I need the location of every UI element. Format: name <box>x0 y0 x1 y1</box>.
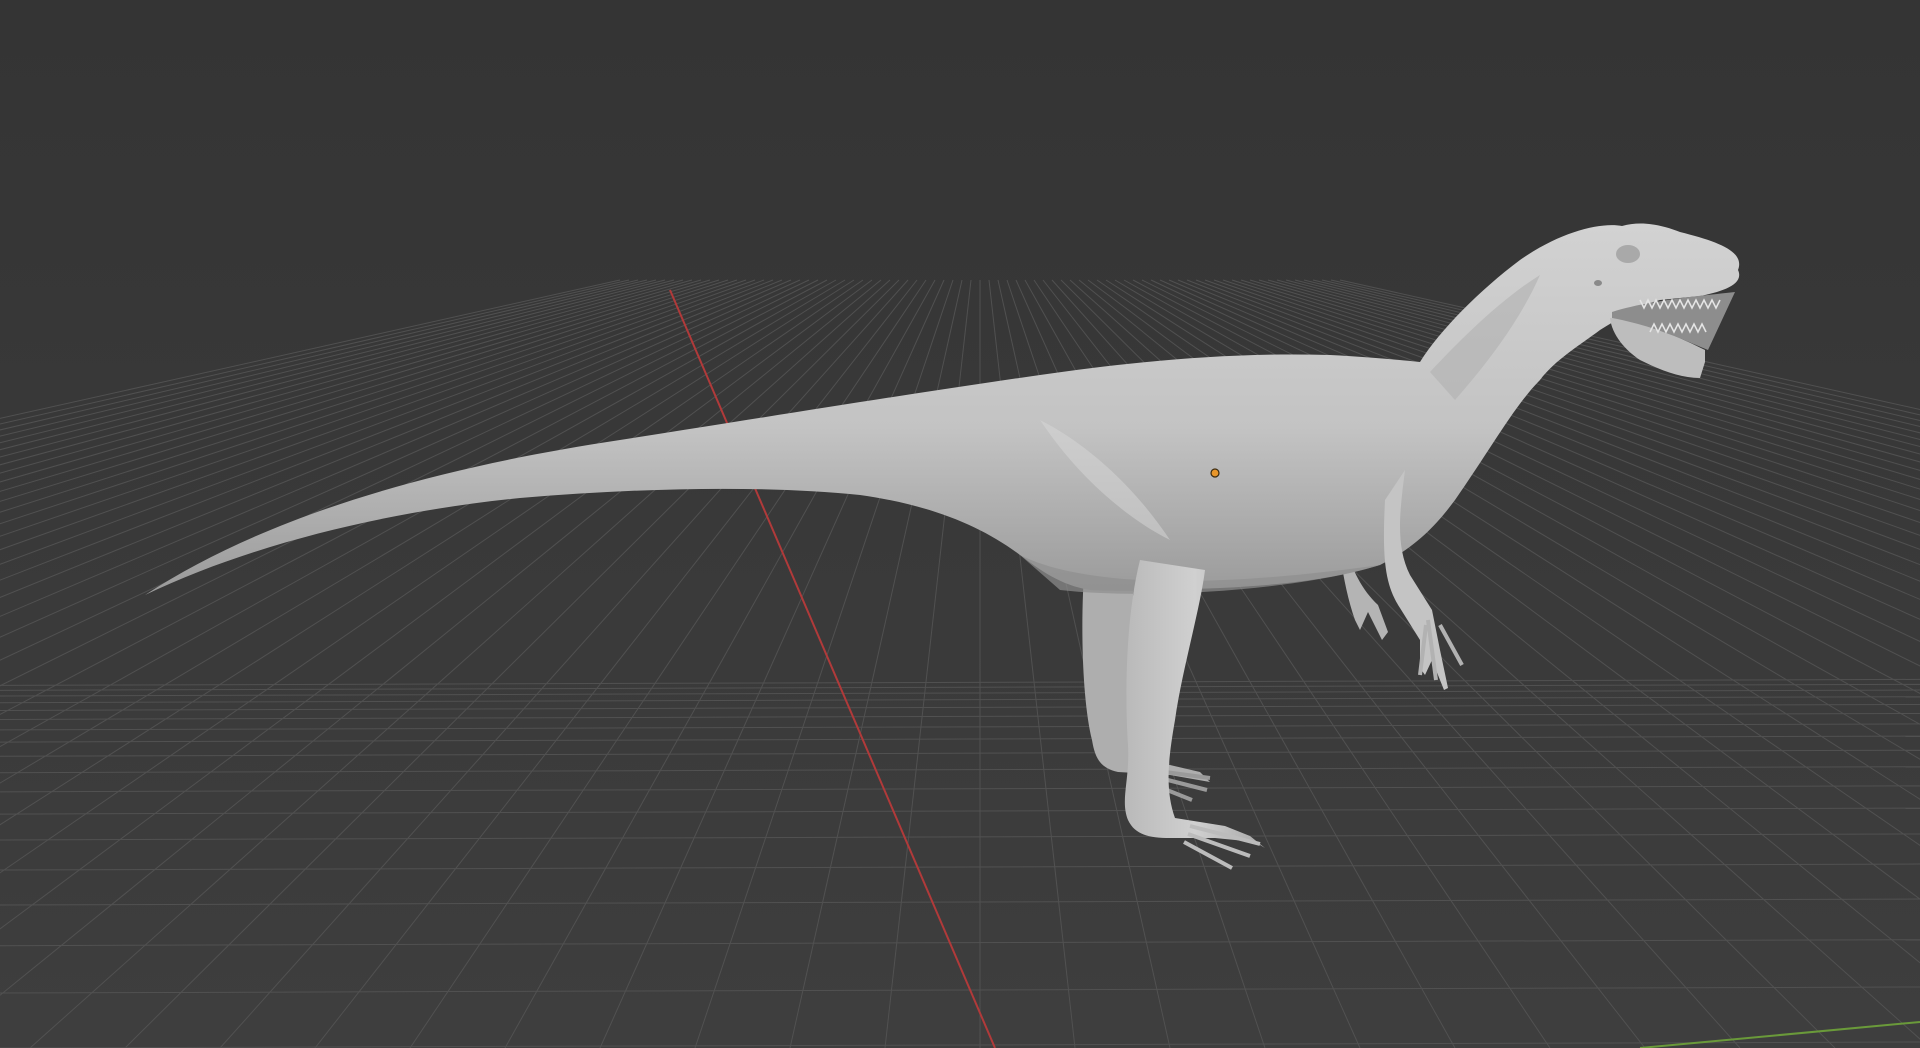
object-origin-point[interactable] <box>1210 468 1220 478</box>
viewport-canvas[interactable] <box>0 0 1920 1048</box>
eye <box>1594 280 1602 286</box>
eye-ridge <box>1616 245 1640 263</box>
3d-viewport[interactable] <box>0 0 1920 1048</box>
